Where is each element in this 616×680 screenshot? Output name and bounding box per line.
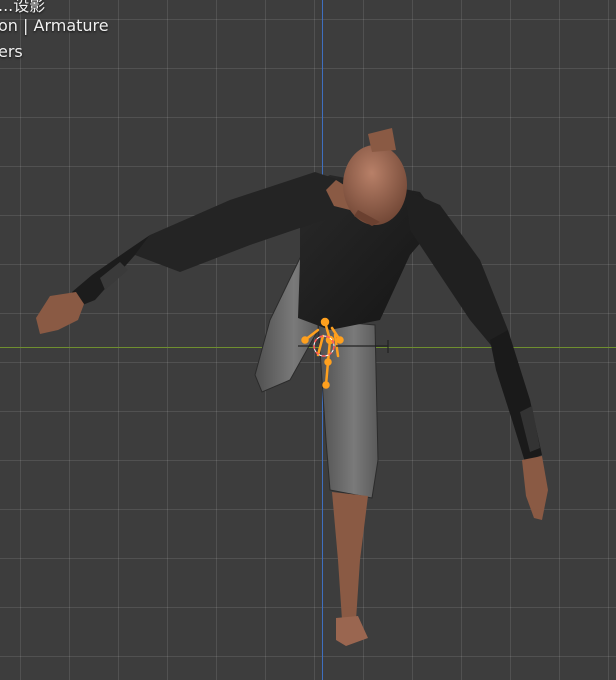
character-model[interactable] [0, 0, 616, 680]
3d-viewport[interactable]: ...设影 on | Armature ers [0, 0, 616, 680]
right-arm-mesh [405, 190, 548, 520]
